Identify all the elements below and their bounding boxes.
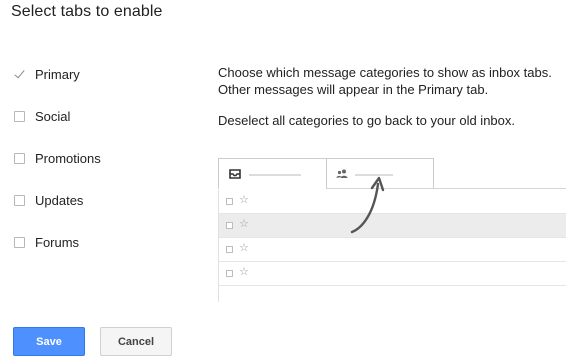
checkbox[interactable] bbox=[14, 152, 25, 164]
category-forums[interactable]: Forums bbox=[14, 230, 79, 254]
checkbox[interactable] bbox=[14, 110, 25, 122]
category-label: Updates bbox=[35, 192, 84, 208]
row-checkbox bbox=[226, 222, 233, 229]
preview-message-list: ☆ ☆ ☆ ☆ bbox=[218, 190, 566, 302]
description: Choose which message categories to show … bbox=[218, 64, 552, 129]
category-promotions[interactable]: Promotions bbox=[14, 146, 101, 170]
dialog-title: Select tabs to enable bbox=[11, 3, 163, 20]
checkbox[interactable] bbox=[14, 236, 25, 248]
description-line-2: Other messages will appear in the Primar… bbox=[218, 82, 489, 97]
category-label: Social bbox=[35, 108, 71, 124]
category-updates[interactable]: Updates bbox=[14, 188, 83, 212]
preview-row: ☆ bbox=[218, 262, 566, 286]
description-line-1: Choose which message categories to show … bbox=[218, 65, 552, 80]
category-label: Forums bbox=[35, 234, 80, 250]
tab-label-placeholder bbox=[249, 174, 301, 176]
preview-tab-bar bbox=[218, 158, 566, 189]
preview-row: ☆ bbox=[218, 214, 566, 238]
star-icon: ☆ bbox=[239, 266, 249, 278]
star-icon: ☆ bbox=[239, 242, 249, 254]
category-label: Promotions bbox=[35, 150, 101, 166]
star-icon: ☆ bbox=[239, 194, 249, 206]
cancel-button[interactable]: Cancel bbox=[100, 327, 172, 356]
inbox-icon bbox=[229, 169, 241, 179]
row-checkbox bbox=[226, 246, 233, 253]
preview-row: ☆ bbox=[218, 190, 566, 214]
inbox-preview-illustration: ☆ ☆ ☆ ☆ bbox=[218, 158, 566, 304]
save-button[interactable]: Save bbox=[13, 327, 85, 356]
row-checkbox bbox=[226, 198, 233, 205]
preview-row bbox=[218, 286, 566, 302]
category-social[interactable]: Social bbox=[14, 104, 70, 128]
description-line-3: Deselect all categories to go back to yo… bbox=[218, 113, 516, 128]
row-checkbox bbox=[226, 270, 233, 277]
preview-row: ☆ bbox=[218, 238, 566, 262]
checkmark-icon[interactable] bbox=[14, 69, 25, 80]
arrow-icon bbox=[350, 176, 385, 234]
checkbox[interactable] bbox=[14, 194, 25, 206]
category-label: Primary bbox=[35, 66, 80, 82]
category-primary[interactable]: Primary bbox=[14, 62, 80, 86]
preview-tab-primary bbox=[218, 158, 327, 189]
star-icon: ☆ bbox=[239, 218, 249, 230]
